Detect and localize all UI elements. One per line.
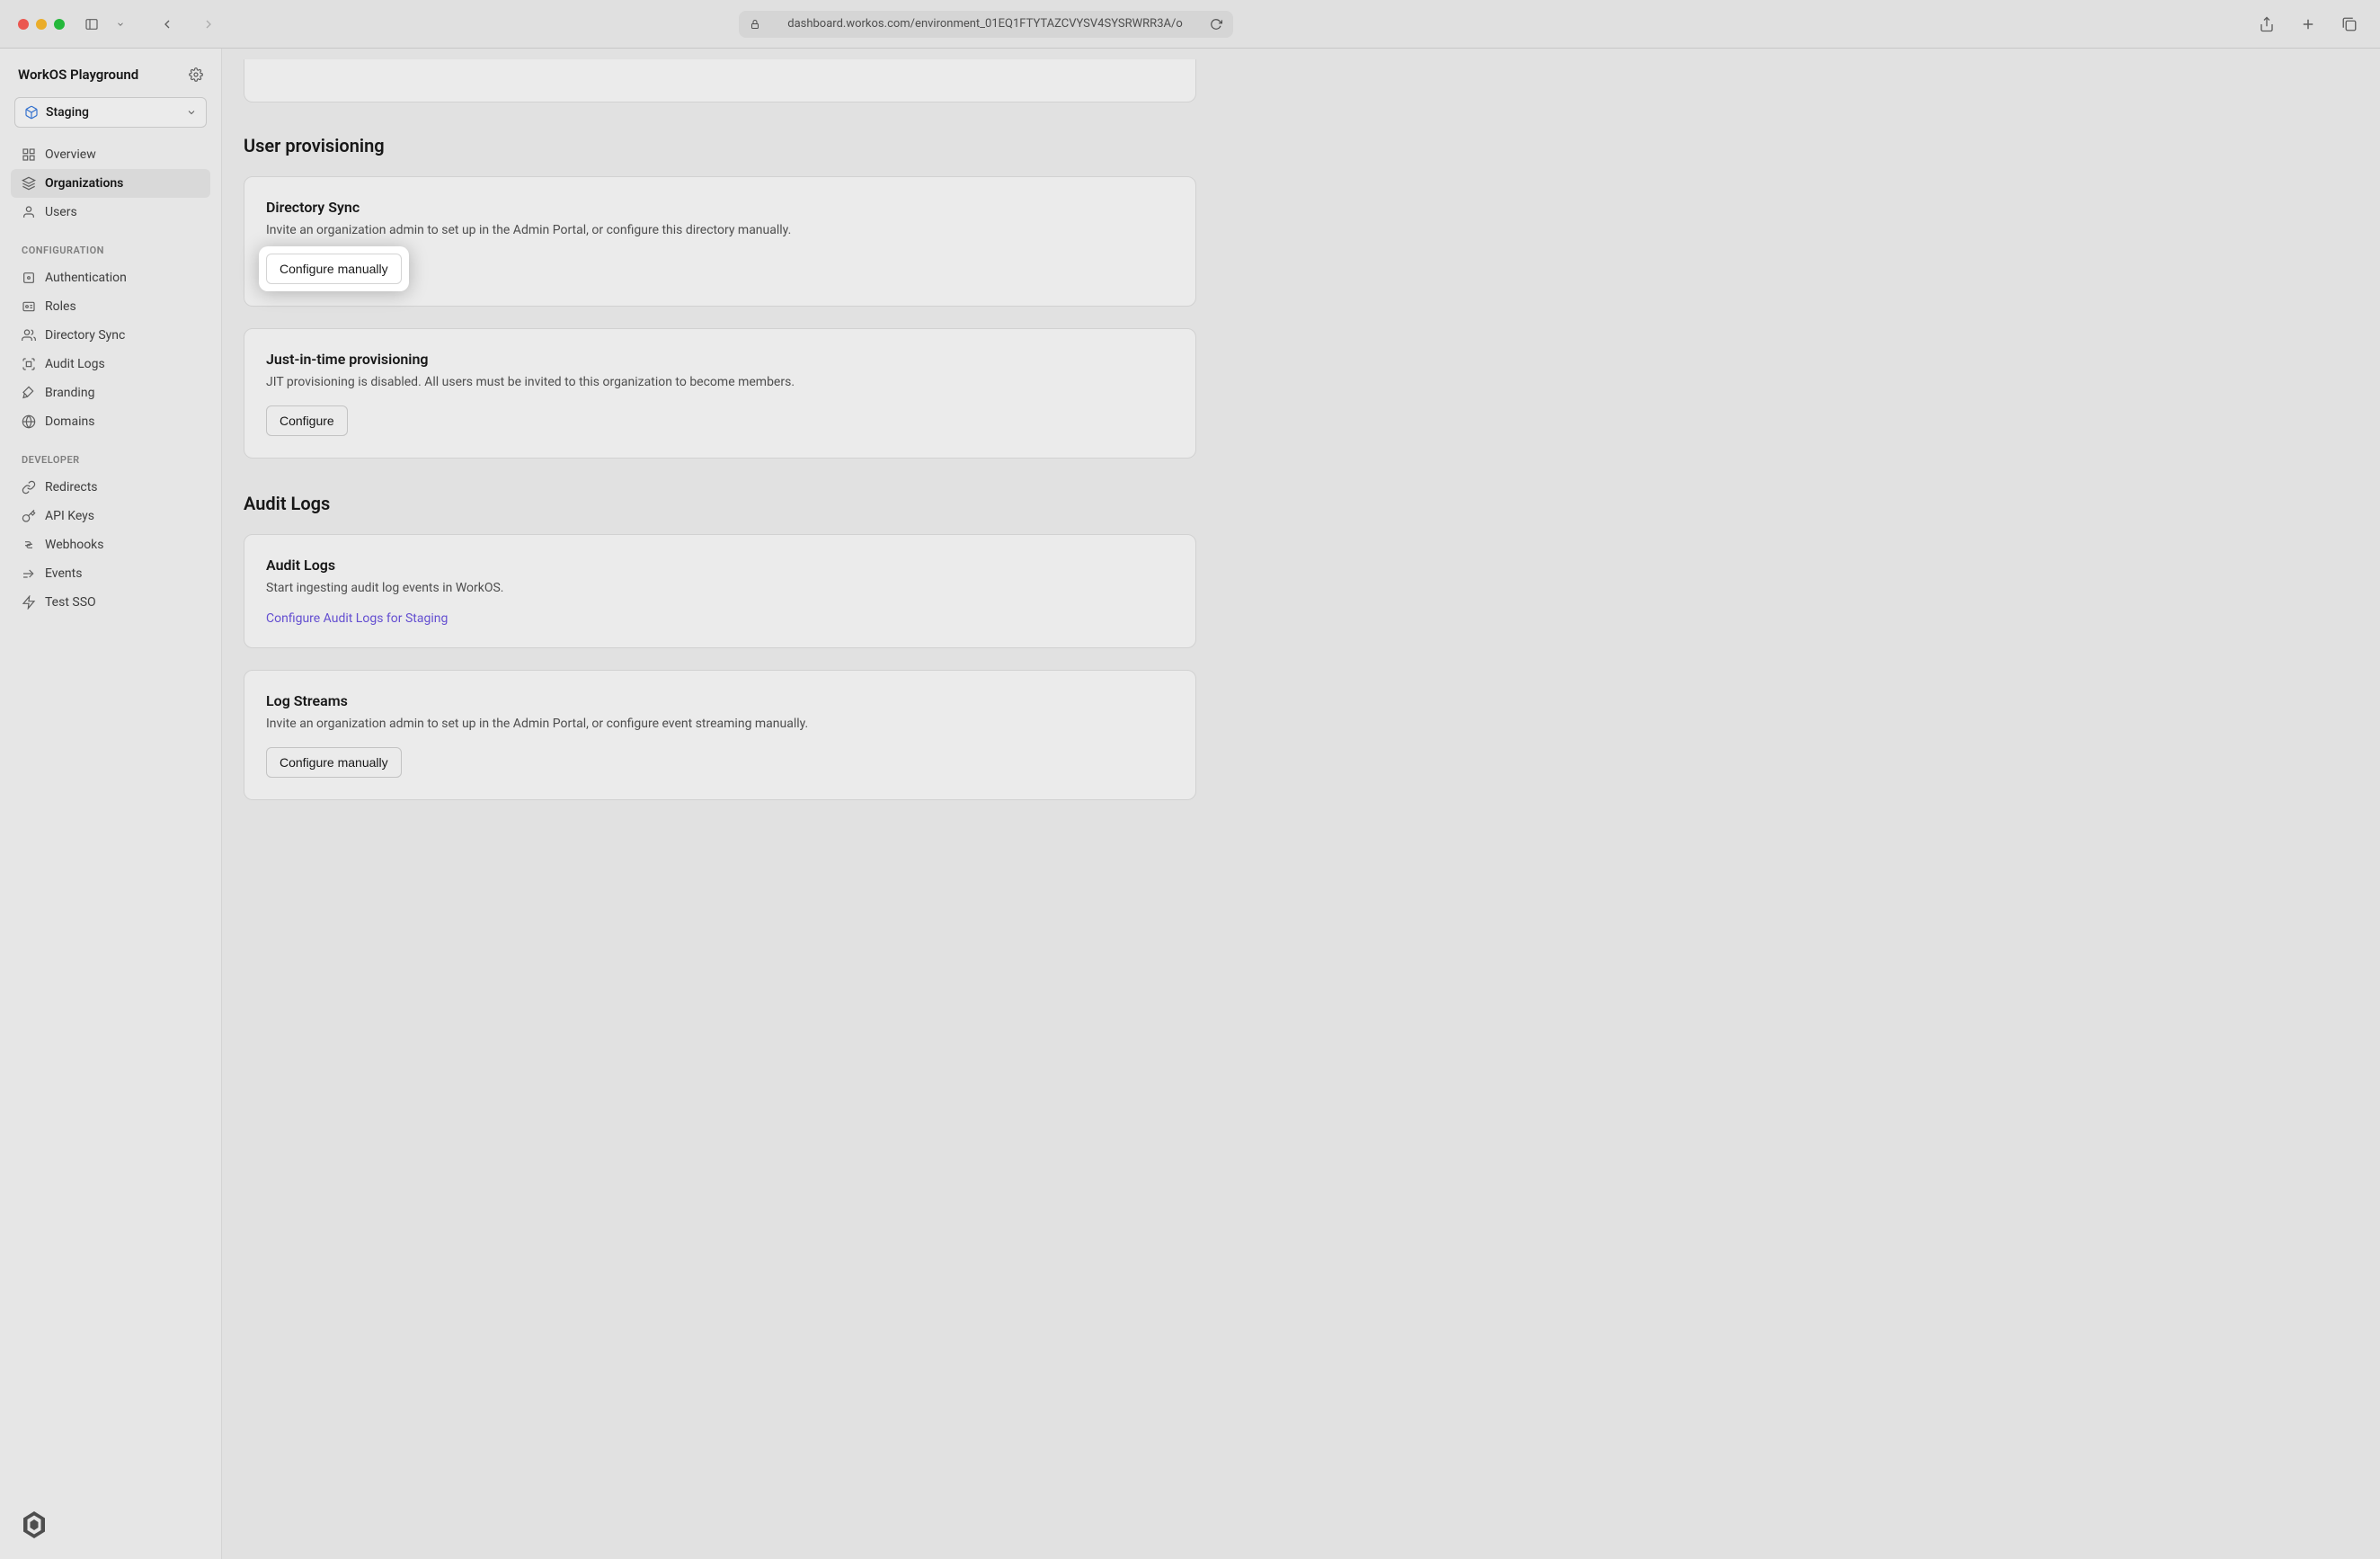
settings-button[interactable] xyxy=(189,67,203,82)
zap-icon xyxy=(22,595,36,610)
sidebar-item-label: Organizations xyxy=(45,176,123,191)
card-title: Directory Sync xyxy=(266,199,1174,216)
section-title-developer: DEVELOPER xyxy=(11,441,210,473)
previous-card-bottom xyxy=(244,59,1196,102)
configure-audit-logs-link[interactable]: Configure Audit Logs for Staging xyxy=(266,611,448,626)
card-directory-sync: Directory Sync Invite an organization ad… xyxy=(244,176,1196,307)
sidebar-item-roles[interactable]: Roles xyxy=(11,292,210,321)
back-button[interactable] xyxy=(155,12,180,37)
sidebar-item-test-sso[interactable]: Test SSO xyxy=(11,588,210,617)
close-window-button[interactable] xyxy=(18,19,29,30)
chevron-right-icon xyxy=(201,17,216,31)
maximize-window-button[interactable] xyxy=(54,19,65,30)
id-icon xyxy=(22,299,36,314)
sidebar-item-domains[interactable]: Domains xyxy=(11,407,210,436)
sidebar-item-label: Redirects xyxy=(45,480,98,494)
gear-icon xyxy=(189,67,203,82)
sidebar-item-overview[interactable]: Overview xyxy=(11,140,210,169)
user-icon xyxy=(22,205,36,219)
sidebar-item-branding[interactable]: Branding xyxy=(11,379,210,407)
link-icon xyxy=(22,480,36,494)
scan-icon xyxy=(22,357,36,371)
sidebar-item-label: Domains xyxy=(45,414,94,429)
sidebar-item-redirects[interactable]: Redirects xyxy=(11,473,210,502)
cube-icon xyxy=(24,105,39,120)
forward-button[interactable] xyxy=(196,12,221,37)
chevron-down-icon xyxy=(116,20,125,29)
webhook-icon xyxy=(22,538,36,552)
card-description: JIT provisioning is disabled. All users … xyxy=(266,375,1174,389)
card-title: Just-in-time provisioning xyxy=(266,351,1174,368)
environment-label: Staging xyxy=(46,105,179,120)
sidebar-item-label: Branding xyxy=(45,386,94,400)
sidebar-item-audit-logs[interactable]: Audit Logs xyxy=(11,350,210,379)
share-icon xyxy=(2259,16,2275,32)
arrow-right-icon xyxy=(22,566,36,581)
chevron-left-icon xyxy=(160,17,174,31)
sidebar-item-users[interactable]: Users xyxy=(11,198,210,227)
sidebar-toggle-button[interactable] xyxy=(79,12,104,37)
lock-icon xyxy=(22,271,36,285)
sidebar-item-label: Directory Sync xyxy=(45,328,125,343)
section-title-configuration: CONFIGURATION xyxy=(11,232,210,263)
layers-icon xyxy=(22,176,36,191)
share-button[interactable] xyxy=(2254,12,2279,37)
plus-icon xyxy=(2300,16,2316,32)
main-content: User provisioning Directory Sync Invite … xyxy=(222,49,2380,1559)
sidebar-item-label: Roles xyxy=(45,299,76,314)
paint-icon xyxy=(22,386,36,400)
lock-icon xyxy=(750,19,760,30)
section-user-provisioning: User provisioning Directory Sync Invite … xyxy=(244,135,1196,459)
address-bar[interactable]: dashboard.workos.com/environment_01EQ1FT… xyxy=(739,11,1233,38)
sidebar-item-api-keys[interactable]: API Keys xyxy=(11,502,210,530)
environment-selector[interactable]: Staging xyxy=(14,97,207,128)
sidebar-item-label: Users xyxy=(45,205,77,219)
highlighted-action: Configure manually xyxy=(266,254,402,284)
sidebar-item-webhooks[interactable]: Webhooks xyxy=(11,530,210,559)
sidebar-item-organizations[interactable]: Organizations xyxy=(11,169,210,198)
grid-icon xyxy=(22,147,36,162)
configure-button[interactable]: Configure xyxy=(266,405,348,436)
sidebar-item-label: Webhooks xyxy=(45,538,104,552)
sidebar-icon xyxy=(84,17,99,31)
sidebar-item-label: API Keys xyxy=(45,509,94,523)
section-audit-logs: Audit Logs Audit Logs Start ingesting au… xyxy=(244,493,1196,800)
workspace-name: WorkOS Playground xyxy=(18,67,138,83)
card-jit-provisioning: Just-in-time provisioning JIT provisioni… xyxy=(244,328,1196,459)
refresh-icon[interactable] xyxy=(1210,18,1222,31)
minimize-window-button[interactable] xyxy=(36,19,47,30)
card-audit-logs: Audit Logs Start ingesting audit log eve… xyxy=(244,534,1196,648)
url-text: dashboard.workos.com/environment_01EQ1FT… xyxy=(766,17,1204,31)
tabs-icon xyxy=(2341,16,2358,32)
tabs-button[interactable] xyxy=(2337,12,2362,37)
configure-manually-button[interactable]: Configure manually xyxy=(266,254,402,284)
new-tab-button[interactable] xyxy=(2296,12,2321,37)
sidebar-item-authentication[interactable]: Authentication xyxy=(11,263,210,292)
sidebar-item-label: Overview xyxy=(45,147,96,162)
card-description: Start ingesting audit log events in Work… xyxy=(266,581,1174,595)
key-icon xyxy=(22,509,36,523)
window-controls xyxy=(18,19,65,30)
workos-logo-icon xyxy=(18,1509,50,1541)
card-title: Audit Logs xyxy=(266,557,1174,574)
sidebar-item-directory-sync[interactable]: Directory Sync xyxy=(11,321,210,350)
sidebar: WorkOS Playground Staging Overview Organ… xyxy=(0,49,222,1559)
card-log-streams: Log Streams Invite an organization admin… xyxy=(244,670,1196,800)
card-description: Invite an organization admin to set up i… xyxy=(266,223,1174,237)
chevron-down-icon xyxy=(186,107,197,118)
browser-chrome: dashboard.workos.com/environment_01EQ1FT… xyxy=(0,0,2380,49)
users-icon xyxy=(22,328,36,343)
card-description: Invite an organization admin to set up i… xyxy=(266,717,1174,731)
sidebar-item-label: Test SSO xyxy=(45,595,96,610)
globe-icon xyxy=(22,414,36,429)
tab-dropdown-button[interactable] xyxy=(108,12,133,37)
section-title: Audit Logs xyxy=(244,493,1196,514)
card-title: Log Streams xyxy=(266,692,1174,709)
section-title: User provisioning xyxy=(244,135,1196,156)
sidebar-item-label: Events xyxy=(45,566,82,581)
sidebar-item-label: Authentication xyxy=(45,271,127,285)
configure-manually-button[interactable]: Configure manually xyxy=(266,747,402,778)
sidebar-item-label: Audit Logs xyxy=(45,357,105,371)
sidebar-item-events[interactable]: Events xyxy=(11,559,210,588)
